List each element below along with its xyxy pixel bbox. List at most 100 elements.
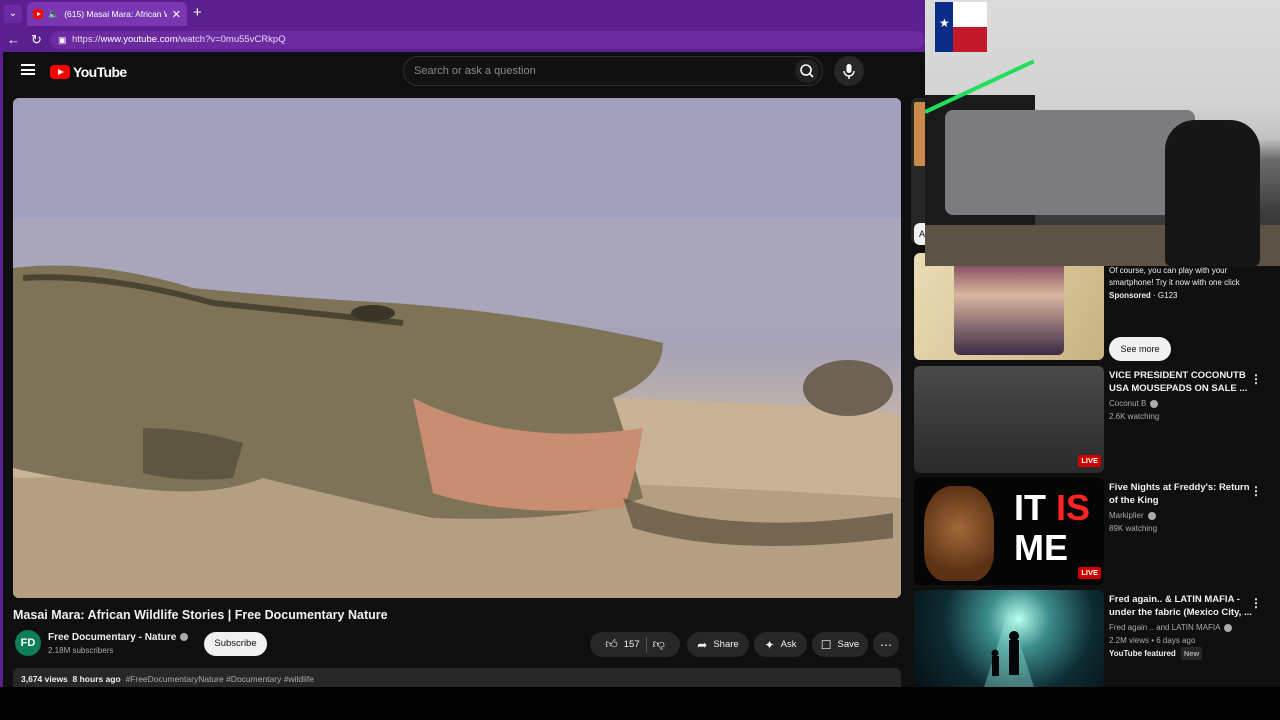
url-path: /watch?v=0mu55vCRkpQ [177, 34, 286, 45]
rec-channel-name: Coconut B [1109, 399, 1147, 408]
list-item[interactable]: Fred again.. & LATIN MAFIA - under the f… [914, 590, 1280, 687]
view-count: 3,674 views [21, 674, 68, 684]
ask-label: Ask [780, 639, 797, 650]
rec-channel[interactable]: Fred again .. and LATIN MAFIA [1109, 621, 1254, 634]
thumbs-up-icon[interactable]: 👍︎ [605, 637, 618, 652]
rec-info: Five Nights at Freddy's: Return of the K… [1109, 482, 1254, 535]
sparkle-icon: ✦ [764, 637, 775, 652]
thumb-text-it: IT [1014, 487, 1056, 528]
like-dislike-group: 👍︎ 157 👎︎ [590, 632, 680, 657]
hashtags[interactable]: #FreeDocumentaryNature #Documentary #wil… [125, 674, 314, 684]
save-button[interactable]: ☐ Save [812, 632, 868, 657]
verified-icon [180, 633, 189, 642]
rec-title[interactable]: VICE PRESIDENT COCONUTB USA MOUSEPADS ON… [1109, 370, 1254, 395]
ask-button[interactable]: ✦ Ask [754, 632, 807, 657]
tab-list-chevron-icon[interactable]: ⌄ [4, 5, 22, 23]
see-more-button[interactable]: See more [1109, 337, 1171, 361]
subscriber-count: 2.18M subscribers [48, 646, 114, 655]
hamburger-menu-icon[interactable] [21, 64, 35, 75]
rec-meta: 2.2M views • 6 days ago [1109, 636, 1196, 645]
featured-label: YouTube featured [1109, 649, 1176, 658]
search-placeholder: Search or ask a question [414, 65, 536, 77]
youtube-play-icon [50, 65, 70, 79]
live-badge: LIVE [1078, 567, 1101, 579]
video-thumbnail[interactable]: LIVE [914, 366, 1104, 473]
channel-name[interactable]: Free Documentary - Nature [48, 632, 189, 643]
logo-text: YouTube [73, 64, 127, 80]
rec-title[interactable]: Fred again.. & LATIN MAFIA - under the f… [1109, 594, 1254, 619]
rec-meta: 89K watching [1109, 524, 1158, 533]
masthead: YouTube Search or ask a question [3, 52, 928, 92]
url-domain: www.youtube.com [100, 34, 178, 45]
video-title: Masai Mara: African Wildlife Stories | F… [13, 608, 388, 622]
thumb-text-is: IS [1056, 487, 1091, 528]
more-actions-button[interactable]: ⋯ [873, 632, 899, 657]
ad-thumbnail[interactable] [914, 253, 1104, 360]
verified-icon [1150, 399, 1159, 408]
bookmark-icon: ☐ [820, 637, 832, 652]
sponsored-ad[interactable]: Of course, you can play with your smartp… [914, 253, 1280, 361]
search-button[interactable] [795, 59, 819, 83]
reload-icon[interactable]: ↻ [31, 32, 42, 48]
webcam-chair [1165, 120, 1260, 266]
search-input[interactable]: Search or ask a question [403, 56, 823, 86]
new-tab-icon[interactable]: + [193, 4, 202, 21]
subscribe-button[interactable]: Subscribe [204, 632, 267, 656]
webcam-bed [945, 110, 1195, 215]
list-item[interactable]: LIVE VICE PRESIDENT COCONUTB USA MOUSEPA… [914, 366, 1280, 474]
more-vertical-icon[interactable]: ⋮ [1250, 372, 1262, 386]
share-arrow-icon: ➦ [697, 637, 708, 652]
live-badge: LIVE [1078, 455, 1101, 467]
rec-channel[interactable]: Markiplier [1109, 509, 1254, 522]
taskbar-strip [0, 687, 1280, 720]
freddy-artwork [924, 486, 994, 581]
microphone-icon [843, 64, 855, 79]
video-frame-crocodile [13, 98, 901, 598]
like-divider [645, 636, 647, 653]
thumbs-down-icon[interactable]: 👎︎ [653, 637, 665, 652]
posted-time: 8 hours ago [72, 674, 121, 684]
like-count[interactable]: 157 [624, 639, 640, 650]
more-vertical-icon[interactable]: ⋮ [1250, 484, 1262, 498]
rec-info: VICE PRESIDENT COCONUTB USA MOUSEPADS ON… [1109, 370, 1254, 423]
rec-channel[interactable]: Coconut B [1109, 397, 1254, 410]
thumb-text-me: ME [1014, 527, 1068, 568]
video-thumbnail[interactable]: IT IS ME LIVE [914, 478, 1104, 585]
rec-channel-name: Markiplier [1109, 511, 1144, 520]
youtube-logo[interactable]: YouTube [50, 64, 127, 80]
site-info-icon[interactable]: ▣ [58, 31, 67, 49]
save-label: Save [837, 639, 860, 650]
rec-featured: YouTube featured New [1109, 647, 1254, 660]
ad-text: Of course, you can play with your smartp… [1109, 266, 1240, 287]
channel-avatar[interactable]: FD [15, 630, 41, 656]
verified-icon [1147, 511, 1156, 520]
ad-sponsored-line: Sponsored · G123 [1109, 291, 1178, 300]
search-icon [800, 64, 814, 78]
description-box[interactable]: 3,674 views 8 hours ago #FreeDocumentary… [13, 668, 901, 688]
close-tab-icon[interactable]: ✕ [172, 8, 181, 21]
more-horizontal-icon: ⋯ [880, 637, 892, 652]
video-thumbnail[interactable] [914, 590, 1104, 687]
url-field[interactable]: ▣ https://www.youtube.com/watch?v=0mu55v… [50, 31, 925, 49]
share-label: Share [713, 639, 739, 650]
video-player[interactable] [13, 98, 901, 598]
more-vertical-icon[interactable]: ⋮ [1250, 596, 1262, 610]
back-arrow-icon[interactable]: ← [7, 32, 20, 47]
channel-name-text: Free Documentary - Nature [48, 632, 177, 643]
rec-info: Fred again.. & LATIN MAFIA - under the f… [1109, 594, 1254, 660]
tab-title: (615) Masai Mara: African Wil [64, 9, 167, 19]
list-item[interactable]: IT IS ME LIVE Five Nights at Freddy's: Re… [914, 478, 1280, 586]
speaker-icon[interactable]: 🔈 [48, 9, 59, 20]
browser-tab[interactable]: 🔈 (615) Masai Mara: African Wil ✕ [27, 2, 187, 26]
webcam-overlay: ★ [925, 0, 1280, 266]
new-badge: New [1180, 647, 1203, 660]
sponsored-label: Sponsored [1109, 291, 1151, 300]
rec-title[interactable]: Five Nights at Freddy's: Return of the K… [1109, 482, 1254, 507]
concert-artwork [984, 610, 1034, 687]
share-button[interactable]: ➦ Share [687, 632, 749, 657]
ad-artwork [954, 255, 1064, 355]
youtube-favicon-icon [33, 9, 43, 19]
flag-star-icon: ★ [939, 16, 950, 30]
voice-search-button[interactable] [834, 56, 864, 86]
rec-channel-name: Fred again .. and LATIN MAFIA [1109, 623, 1221, 632]
